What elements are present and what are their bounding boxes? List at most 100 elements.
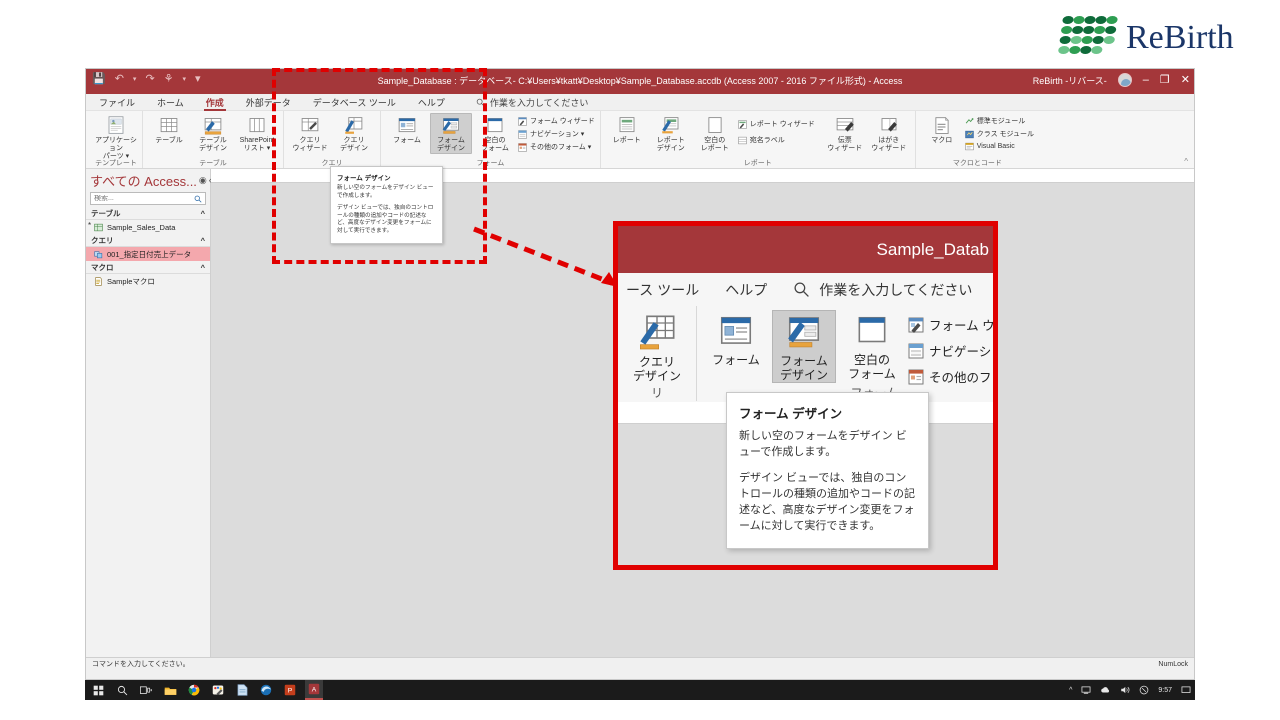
callout-blank-form-button[interactable]: 空白の フォーム <box>840 310 904 381</box>
status-bar-numlock: NumLock <box>1158 660 1188 668</box>
macro-button[interactable]: マクロ <box>921 113 963 145</box>
taskbar-search-icon[interactable] <box>113 680 131 700</box>
voucher-wizard-button[interactable]: 伝票 ウィザード <box>824 113 866 153</box>
status-bar-left-text: コマンドを入力してください。 <box>92 661 190 668</box>
minimize-button[interactable]: – <box>1143 74 1149 86</box>
restore-button[interactable]: ❐ <box>1160 74 1170 86</box>
notification-icon[interactable] <box>1181 685 1191 695</box>
chevron-up-icon[interactable]: ^ <box>201 236 205 245</box>
navigation-pane-title[interactable]: すべての Access... <box>90 171 197 190</box>
volume-icon[interactable] <box>1120 685 1130 695</box>
more-forms-label: その他のフォーム ▾ <box>530 144 592 151</box>
onedrive-icon[interactable] <box>1100 685 1111 695</box>
report-design-label-line1: レポート <box>656 137 685 144</box>
collapse-ribbon-icon[interactable]: ^ <box>1184 157 1188 166</box>
callout-form-design-label-line2: デザイン <box>779 368 828 382</box>
system-tray: ^ 9:57 <box>1069 685 1191 695</box>
paint-icon[interactable] <box>209 680 227 700</box>
blank-report-label-line2: レポート <box>700 145 729 152</box>
blank-report-button[interactable]: 空白の レポート <box>694 113 736 153</box>
nav-group-tables[interactable]: テーブル ^ <box>86 207 210 220</box>
labels-button[interactable]: 宛名ラベル <box>738 135 815 145</box>
nav-group-queries[interactable]: クエリ ^ <box>86 234 210 247</box>
callout-more-forms-label: その他のフォーム ▾ <box>929 371 993 385</box>
callout-tooltip-body: 新しい空のフォームをデザイン ビューで作成します。 デザイン ビューでは、独自の… <box>739 428 916 534</box>
callout-tell-me-box[interactable]: 作業を入力してください <box>793 280 972 300</box>
show-hidden-icons-icon[interactable]: ^ <box>1069 687 1072 694</box>
report-design-button[interactable]: レポート デザイン <box>650 113 692 153</box>
chevron-up-icon[interactable]: ^ <box>201 209 205 218</box>
file-explorer-icon[interactable] <box>161 680 179 700</box>
nav-item-sample-macro[interactable]: Sampleマクロ <box>86 274 210 288</box>
nav-options-icon[interactable]: ◉ <box>199 175 207 186</box>
close-button[interactable]: ✕ <box>1181 74 1190 86</box>
callout-form-design-button[interactable]: フォーム デザイン <box>772 310 836 383</box>
search-icon <box>194 195 202 203</box>
callout-window-title: Sample_Datab <box>876 240 989 259</box>
tab-create[interactable]: 作成 <box>203 95 227 111</box>
callout-form-button[interactable]: フォーム <box>704 310 768 367</box>
table-button[interactable]: テーブル <box>148 113 190 145</box>
standard-module-button[interactable]: 標準モジュール <box>965 116 1034 126</box>
callout-more-forms-button[interactable]: その他のフォーム ▾ <box>908 367 993 386</box>
powerpoint-icon[interactable]: P <box>281 680 299 700</box>
search-icon <box>794 282 810 297</box>
report-label-line1: レポート <box>612 137 641 144</box>
nav-item-label: 001_指定日付売上データ <box>107 249 192 259</box>
application-parts-button[interactable]: アプリケーション パーツ ▾ <box>95 113 137 161</box>
chevron-up-icon[interactable]: ^ <box>201 263 205 272</box>
tab-home[interactable]: ホーム <box>154 95 187 110</box>
report-design-icon <box>662 117 679 134</box>
visual-basic-button[interactable]: Visual Basic <box>964 142 1034 151</box>
navigation-button[interactable]: ナビゲーション ▾ <box>518 129 595 139</box>
navigation-icon <box>518 129 527 139</box>
report-wizard-button[interactable]: レポート ウィザード <box>738 119 815 129</box>
access-icon[interactable]: A <box>305 680 323 700</box>
svg-text:P: P <box>288 688 293 695</box>
table-design-icon <box>204 118 222 135</box>
standard-module-icon <box>965 117 974 123</box>
form-wizard-button[interactable]: フォーム ウィザード <box>518 116 595 126</box>
macro-object-icon <box>95 276 102 286</box>
task-view-icon[interactable] <box>137 680 155 700</box>
nav-item-001-query[interactable]: 001_指定日付売上データ <box>86 247 210 261</box>
callout-tab-database-tools[interactable]: ース ツール <box>626 280 699 300</box>
avatar[interactable] <box>1117 73 1132 87</box>
class-module-button[interactable]: クラス モジュール <box>964 129 1034 139</box>
table-design-button[interactable]: テーブル デザイン <box>192 113 234 153</box>
taskbar-clock[interactable]: 9:57 <box>1158 687 1172 694</box>
callout-query-design-button[interactable]: クエリ デザイン <box>625 310 689 383</box>
rebirth-dots-logo-icon <box>1057 16 1121 60</box>
nav-item-sample-sales-data[interactable]: Sample_Sales_Data <box>86 220 210 234</box>
window-controls-area: ReBirth -リバース- – ❐ ✕ <box>1033 73 1190 87</box>
postcard-wizard-icon <box>881 118 897 132</box>
account-name[interactable]: ReBirth -リバース- <box>1033 74 1107 87</box>
tab-file[interactable]: ファイル <box>96 95 138 110</box>
callout-navigation-button[interactable]: ナビゲーション ▾ <box>908 341 993 360</box>
windows-taskbar: P A ^ 9:57 <box>85 680 1195 700</box>
blank-report-icon <box>708 117 722 133</box>
table-icon <box>160 118 178 133</box>
tell-me-box[interactable]: 作業を入力してください <box>476 96 588 109</box>
edge-icon[interactable] <box>257 680 275 700</box>
navigation-icon <box>908 343 924 358</box>
ribbon-group-reports: レポート レポート デザイン 空白の レポート レポート ウィザード 宛名ラベル… <box>601 111 916 168</box>
chrome-icon[interactable] <box>185 680 203 700</box>
visual-basic-icon <box>964 142 974 151</box>
macro-label-line1: マクロ <box>931 137 953 144</box>
report-button[interactable]: レポート <box>606 113 648 145</box>
network-icon[interactable] <box>1081 685 1091 695</box>
report-design-label-line2: デザイン <box>656 145 685 152</box>
callout-tab-help[interactable]: ヘルプ <box>725 280 767 300</box>
action-center-status-icon[interactable] <box>1139 685 1149 695</box>
nav-search-input[interactable] <box>94 195 194 202</box>
start-icon[interactable] <box>89 680 107 700</box>
document-icon[interactable] <box>233 680 251 700</box>
callout-form-wizard-button[interactable]: フォーム ウィザード <box>908 315 993 334</box>
callout-query-design-label-line2: デザイン <box>632 369 681 383</box>
postcard-wizard-button[interactable]: はがき ウィザード <box>868 113 910 153</box>
sharepoint-list-label-line2: リスト ▾ <box>243 145 271 152</box>
nav-search-box[interactable] <box>90 192 206 205</box>
more-forms-button[interactable]: その他のフォーム ▾ <box>518 142 595 152</box>
nav-group-macros[interactable]: マクロ ^ <box>86 261 210 274</box>
